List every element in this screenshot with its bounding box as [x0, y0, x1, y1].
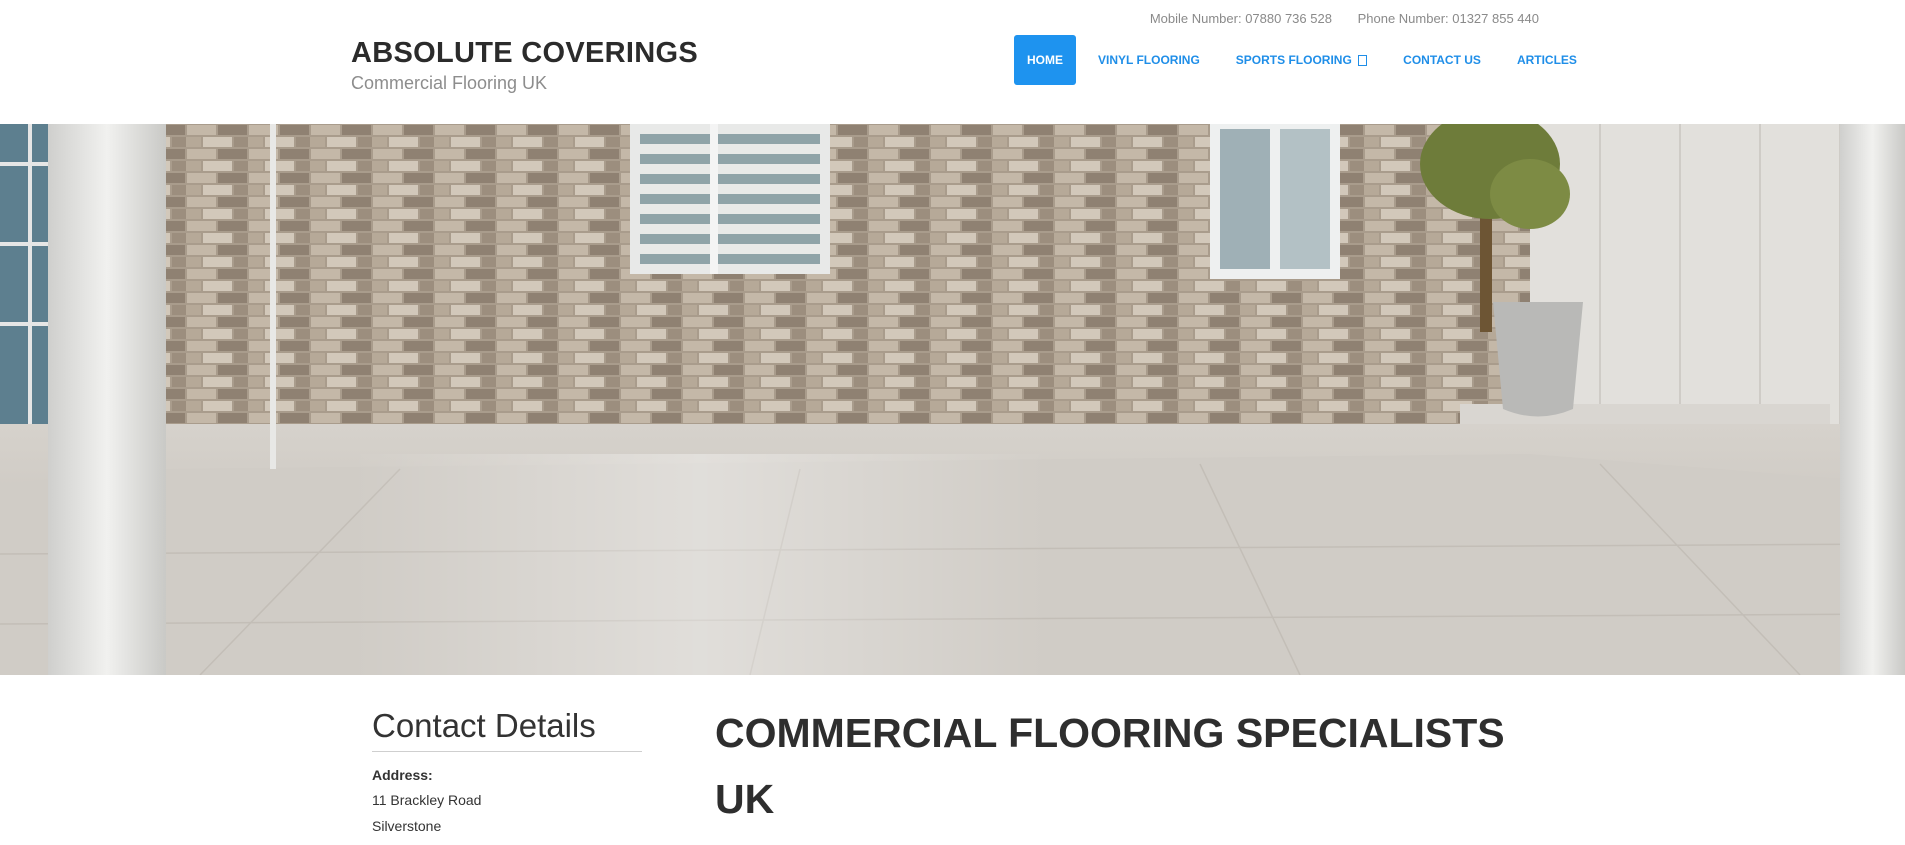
nav-item-sports-flooring[interactable]: SPORTS FLOORING [1218, 35, 1385, 85]
site-brand[interactable]: ABSOLUTE COVERINGS Commercial Flooring U… [351, 36, 698, 94]
mobile-number[interactable]: Mobile Number: 07880 736 528 [1150, 11, 1332, 26]
header-contact-line: Mobile Number: 07880 736 528 Phone Numbe… [1128, 11, 1539, 26]
hero-banner-image [0, 124, 1905, 675]
chevron-down-icon[interactable] [1358, 55, 1368, 67]
site-tagline: Commercial Flooring UK [351, 73, 548, 93]
site-header: Mobile Number: 07880 736 528 Phone Numbe… [0, 0, 1905, 124]
address-label: Address: [372, 767, 433, 783]
address-line-1: 11 Brackley Road [372, 792, 482, 808]
site-title[interactable]: ABSOLUTE COVERINGS [351, 36, 698, 70]
address-line-2: Silverstone [372, 818, 442, 834]
nav-item-sports-flooring-label: SPORTS FLOORING [1235, 53, 1352, 67]
phone-number[interactable]: Phone Number: 01327 855 440 [1358, 11, 1539, 26]
page-content: Contact Details Address: 11 Brackley Roa… [0, 675, 1905, 845]
nav-item-contact-us[interactable]: CONTACT US [1385, 35, 1499, 85]
nav-item-home[interactable]: HOME [1014, 35, 1076, 85]
contact-details-title: Contact Details [372, 705, 642, 752]
page-heading: COMMERCIAL FLOORING SPECIALISTS UK [715, 710, 1505, 822]
nav-item-vinyl-flooring[interactable]: VINYL FLOORING [1080, 35, 1218, 85]
contact-details-panel: Contact Details Address: 11 Brackley Roa… [372, 705, 642, 835]
hero-room-illustration [0, 124, 1905, 675]
nav-item-articles[interactable]: ARTICLES [1499, 35, 1595, 85]
main-nav: HOME VINYL FLOORING SPORTS FLOORING CONT… [1014, 35, 1595, 85]
